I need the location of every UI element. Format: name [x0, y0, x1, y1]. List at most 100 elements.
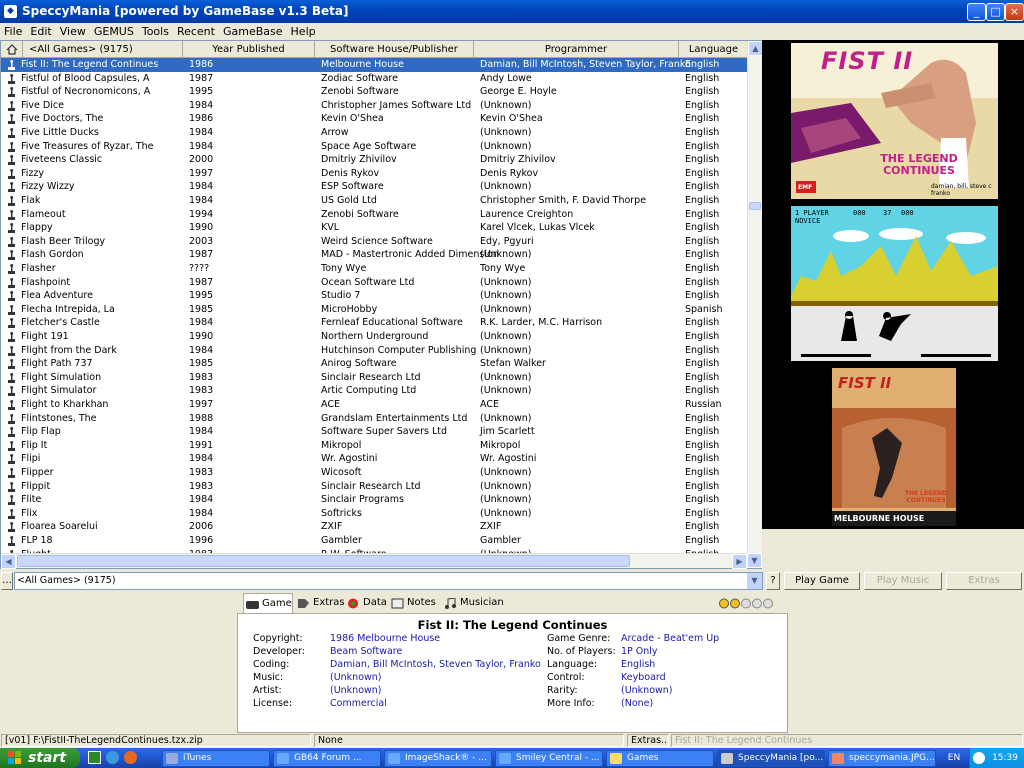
- maximize-button[interactable]: □: [986, 3, 1005, 21]
- license-value[interactable]: Commercial: [330, 698, 387, 709]
- status-extras[interactable]: Extras...: [627, 734, 669, 747]
- players-value[interactable]: 1P Only: [621, 646, 658, 657]
- home-icon[interactable]: [1, 41, 23, 58]
- rarity-value[interactable]: (Unknown): [621, 685, 673, 696]
- start-button[interactable]: start: [0, 748, 80, 768]
- filter-options-button[interactable]: …: [1, 572, 13, 590]
- language-value[interactable]: English: [621, 659, 655, 670]
- table-row[interactable]: Fizzy Wizzy 1984 ESP Software (Unknown) Engl…: [1, 180, 748, 194]
- tab-extras[interactable]: Extras: [295, 593, 345, 613]
- menu-file[interactable]: File: [0, 23, 26, 40]
- table-row[interactable]: Flashpoint 1987 Ocean Software Ltd (Unknown…: [1, 276, 748, 290]
- scroll-left-arrow[interactable]: ◀: [1, 554, 16, 569]
- menu-help[interactable]: Help: [287, 23, 320, 40]
- control-value[interactable]: Keyboard: [621, 672, 666, 683]
- menu-view[interactable]: View: [56, 23, 90, 40]
- menu-gemus[interactable]: GEMUS: [90, 23, 138, 40]
- clock[interactable]: 15:39: [992, 753, 1018, 763]
- table-row[interactable]: Fistful of Necronomicons, A 1995 Zenobi So…: [1, 85, 748, 99]
- scroll-right-arrow[interactable]: ▶: [732, 554, 747, 569]
- app-icon[interactable]: ◆: [4, 5, 17, 18]
- table-row[interactable]: Floarea Soarelui 2006 ZXIF ZXIF English: [1, 520, 748, 534]
- taskbar-smiley-central[interactable]: Smiley Central - ...: [495, 750, 603, 767]
- table-row[interactable]: Flak 1984 US Gold Ltd Christopher Smith, F.…: [1, 194, 748, 208]
- column-header-publisher[interactable]: Software House/Publisher: [315, 41, 474, 58]
- internet-explorer-icon[interactable]: [106, 751, 119, 764]
- horizontal-scroll-thumb[interactable]: [17, 555, 630, 567]
- menu-gamebase[interactable]: GameBase: [219, 23, 287, 40]
- table-row[interactable]: Flight Simulation 1983 Sinclair Research L…: [1, 371, 748, 385]
- table-row[interactable]: Five Little Ducks 1984 Arrow (Unknown) Engli…: [1, 126, 748, 140]
- play-game-button[interactable]: Play Game: [784, 572, 860, 590]
- table-row[interactable]: Flite 1984 Sinclair Programs (Unknown) Engli…: [1, 493, 748, 507]
- table-row[interactable]: Five Doctors, The 1986 Kevin O'Shea Kevin O…: [1, 112, 748, 126]
- menu-edit[interactable]: Edit: [26, 23, 55, 40]
- table-row[interactable]: FLP 18 1996 Gambler Gambler English: [1, 534, 748, 548]
- help-button[interactable]: ?: [766, 572, 780, 590]
- table-row[interactable]: Fist II: The Legend Continues 1986 Melbour…: [1, 58, 748, 72]
- dropdown-arrow-icon[interactable]: ▼: [747, 573, 762, 589]
- tab-game[interactable]: Game: [243, 593, 293, 613]
- table-row[interactable]: Flix 1984 Softricks (Unknown) English: [1, 507, 748, 521]
- scroll-down-arrow[interactable]: ▼: [747, 553, 762, 568]
- title-screen-image[interactable]: FIST II THE LEGEND CONTINUES damian, bil…: [791, 43, 998, 199]
- game-screen-image[interactable]: 1 PLAYER NOVICE 000 37 000: [791, 206, 998, 361]
- window-titlebar[interactable]: SpeccyMania [powered by GameBase v1.3 Be…: [0, 0, 1024, 23]
- table-row[interactable]: Flintstones, The 1988 Grandslam Entertainm…: [1, 412, 748, 426]
- tray-icon[interactable]: [973, 752, 985, 764]
- taskbar-itunes[interactable]: iTunes: [162, 750, 270, 767]
- column-header-year[interactable]: Year Published: [183, 41, 315, 58]
- developer-value[interactable]: Beam Software: [330, 646, 402, 657]
- table-row[interactable]: Flight to Kharkhan 1997 ACE ACE Russian: [1, 398, 748, 412]
- table-row[interactable]: Flappy 1990 KVL Karel Vlcek, Lukas Vlcek Eng…: [1, 221, 748, 235]
- vertical-scrollbar[interactable]: ▲: [747, 41, 763, 568]
- play-music-button[interactable]: Play Music: [864, 572, 942, 590]
- tab-data[interactable]: Data: [345, 593, 387, 613]
- artist-value[interactable]: (Unknown): [330, 685, 382, 696]
- table-row[interactable]: Flight 191 1990 Northern Underground (Unkno…: [1, 330, 748, 344]
- vertical-scroll-thumb[interactable]: [749, 202, 761, 210]
- table-row[interactable]: Fiveteens Classic 2000 Dmitriy Zhivilov Dmi…: [1, 153, 748, 167]
- table-row[interactable]: Flippit 1983 Sinclair Research Ltd (Unknown…: [1, 480, 748, 494]
- column-header-name[interactable]: <All Games> (9175): [23, 41, 183, 58]
- taskbar-speccymania[interactable]: SpeccyMania [po...: [717, 750, 825, 767]
- taskbar-gb64-forum[interactable]: GB64 Forum ...: [273, 750, 381, 767]
- scroll-up-arrow[interactable]: ▲: [748, 41, 763, 56]
- menu-recent[interactable]: Recent: [173, 23, 219, 40]
- table-row[interactable]: Flipi 1984 Wr. Agostini Wr. Agostini English: [1, 452, 748, 466]
- table-row[interactable]: Flasher???? Tony Wye Tony Wye English: [1, 262, 748, 276]
- table-row[interactable]: Five Dice 1984 Christopher James Software …: [1, 99, 748, 113]
- table-row[interactable]: Flight from the Dark 1984 Hutchinson Compu…: [1, 344, 748, 358]
- genre-value[interactable]: Arcade - Beat'em Up: [621, 633, 719, 644]
- horizontal-scrollbar[interactable]: ◀ ▶: [1, 553, 747, 569]
- table-row[interactable]: Flash Gordon 1987 MAD - Mastertronic Added…: [1, 248, 748, 262]
- minimize-button[interactable]: _: [967, 3, 986, 21]
- language-indicator[interactable]: EN: [942, 751, 966, 765]
- table-row[interactable]: Flecha Intrepida, La 1985 MicroHobby (Unkno…: [1, 303, 748, 317]
- table-row[interactable]: Flip Flap 1984 Software Super Savers Ltd Ji…: [1, 425, 748, 439]
- column-header-programmer[interactable]: Programmer: [474, 41, 679, 58]
- table-row[interactable]: Five Treasures of Ryzar, The 1984 Space Ag…: [1, 140, 748, 154]
- table-row[interactable]: Flash Beer Trilogy 2003 Weird Science Soft…: [1, 235, 748, 249]
- tab-musician[interactable]: Musician: [442, 593, 504, 613]
- extras-button[interactable]: Extras: [946, 572, 1022, 590]
- table-row[interactable]: Flight Simulator 1983 Artic Computing Ltd (…: [1, 384, 748, 398]
- table-row[interactable]: Flip It 1991 Mikropol Mikropol English: [1, 439, 748, 453]
- show-desktop-icon[interactable]: [88, 751, 101, 764]
- close-button[interactable]: ×: [1005, 3, 1024, 21]
- table-row[interactable]: Fizzy 1997 Denis Rykov Denis Rykov English: [1, 167, 748, 181]
- game-list[interactable]: <All Games> (9175) Year Published Softwa…: [0, 40, 763, 569]
- taskbar-games[interactable]: Games: [606, 750, 714, 767]
- table-row[interactable]: Flea Adventure 1995 Studio 7 (Unknown) Engli…: [1, 289, 748, 303]
- table-row[interactable]: Flight Path 737 1985 Anirog Software Stefan…: [1, 357, 748, 371]
- taskbar-speccymania-jpg[interactable]: speccymania.JPG...: [828, 750, 936, 767]
- column-header-language[interactable]: Language: [679, 41, 748, 58]
- table-row[interactable]: Fistful of Blood Capsules, A 1987 Zodiac S…: [1, 72, 748, 86]
- more-info-value[interactable]: (None): [621, 698, 653, 709]
- table-row[interactable]: Fletcher's Castle 1984 Fernleaf Educationa…: [1, 316, 748, 330]
- table-row[interactable]: Flipper 1983 Wicosoft (Unknown) English: [1, 466, 748, 480]
- cover-image[interactable]: FIST II THE LEGEND CONTINUES MELBOURNE H…: [832, 368, 956, 526]
- tab-notes[interactable]: Notes: [389, 593, 436, 613]
- filter-dropdown[interactable]: <All Games> (9175) ▼: [14, 572, 763, 590]
- taskbar-imageshack[interactable]: ImageShack® - ...: [384, 750, 492, 767]
